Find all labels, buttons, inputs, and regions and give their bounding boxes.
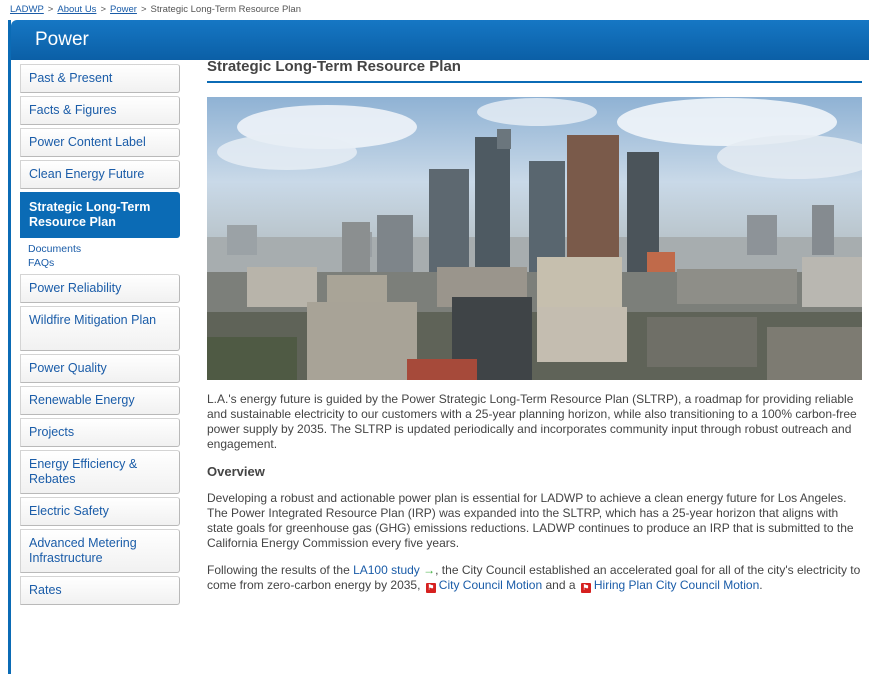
intro-paragraph: L.A.'s energy future is guided by the Po… bbox=[207, 392, 857, 451]
hiring-plan-motion-link[interactable]: ⚑ Hiring Plan City Council Motion bbox=[579, 578, 759, 593]
sidebar-item-power-content-label[interactable]: Power Content Label bbox=[20, 128, 180, 157]
skyline-illustration bbox=[207, 98, 862, 380]
arrow-right-icon: → bbox=[423, 563, 436, 577]
sidebar-subnav: Documents FAQs bbox=[20, 241, 180, 274]
pdf-icon: ⚑ bbox=[580, 583, 591, 593]
main-content: Strategic Long-Term Resource Plan L.A.'s… bbox=[207, 58, 862, 593]
sidebar-item-projects[interactable]: Projects bbox=[20, 418, 180, 447]
sidebar-item-advanced-metering[interactable]: Advanced Metering Infrastructure bbox=[20, 529, 180, 573]
sidebar-item-facts-figures[interactable]: Facts & Figures bbox=[20, 96, 180, 125]
page-title: Strategic Long-Term Resource Plan bbox=[207, 58, 862, 83]
subnav-faqs[interactable]: FAQs bbox=[28, 256, 180, 270]
sidebar-item-electric-safety[interactable]: Electric Safety bbox=[20, 497, 180, 526]
hero-image-city-skyline bbox=[207, 97, 862, 380]
section-banner: Power bbox=[11, 20, 869, 60]
pdf-icon: ⚑ bbox=[425, 583, 436, 593]
overview-paragraph: Developing a robust and actionable power… bbox=[207, 491, 854, 550]
sidebar-item-power-reliability[interactable]: Power Reliability bbox=[20, 274, 180, 303]
sidebar-item-wildfire-mitigation[interactable]: Wildfire Mitigation Plan bbox=[20, 306, 180, 351]
sidebar-item-energy-efficiency[interactable]: Energy Efficiency & Rebates bbox=[20, 450, 180, 494]
breadcrumb: LADWP > About Us > Power > Strategic Long-Term… bbox=[0, 0, 869, 20]
breadcrumb-current: Strategic Long-Term Resource Plan bbox=[150, 4, 302, 15]
breadcrumb-about-us[interactable]: About Us bbox=[57, 4, 96, 15]
breadcrumb-ladwp[interactable]: LADWP bbox=[10, 4, 44, 15]
la100-study-link[interactable]: LA100 study → bbox=[353, 563, 435, 577]
sidebar-item-rates[interactable]: Rates bbox=[20, 576, 180, 605]
subnav-documents[interactable]: Documents bbox=[28, 242, 180, 256]
sidebar-item-power-quality[interactable]: Power Quality bbox=[20, 354, 180, 383]
sidebar-nav: Past & Present Facts & Figures Power Con… bbox=[20, 64, 180, 608]
sidebar-item-past-present[interactable]: Past & Present bbox=[20, 64, 180, 93]
sidebar-item-renewable-energy[interactable]: Renewable Energy bbox=[20, 386, 180, 415]
la100-paragraph: Following the results of the LA100 study… bbox=[207, 563, 861, 593]
sidebar-item-clean-energy-future[interactable]: Clean Energy Future bbox=[20, 160, 180, 189]
overview-heading: Overview bbox=[207, 464, 265, 479]
sidebar-item-sltrp[interactable]: Strategic Long-Term Resource Plan bbox=[20, 192, 180, 238]
city-council-motion-link[interactable]: ⚑ City Council Motion bbox=[424, 578, 542, 593]
breadcrumb-power[interactable]: Power bbox=[110, 4, 137, 15]
